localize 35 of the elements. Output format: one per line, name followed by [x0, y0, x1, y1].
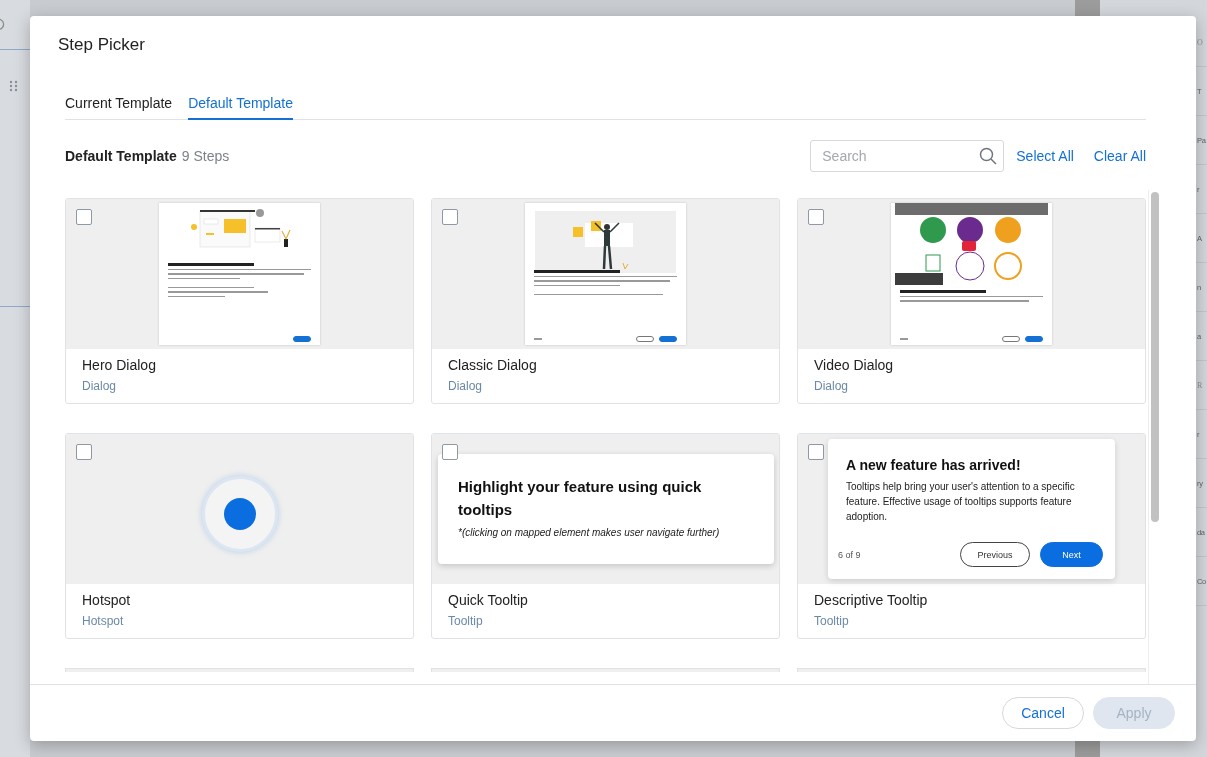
previous-button[interactable]: Previous	[960, 542, 1030, 567]
card-type: Dialog	[448, 379, 484, 393]
tooltip-title: A new feature has arrived!	[846, 457, 1022, 473]
cancel-button[interactable]: Cancel	[1002, 697, 1084, 729]
card-type: Dialog	[82, 379, 118, 393]
next-button[interactable]: Next	[1040, 542, 1103, 567]
template-card[interactable]: A new feature has arrived! Tooltips help bring your user's attention to a specific feature. Effective usage of tooltips supports feature adoption. 6 of 9 Previous Next Descriptive Tooltip Tooltip	[797, 433, 1146, 639]
step-count: 9 Steps	[181, 148, 230, 164]
card-title: Hero Dialog	[82, 357, 157, 373]
panel-item-text: R	[1197, 380, 1203, 390]
section-title: Default Template	[65, 148, 177, 164]
card-title: Classic Dialog	[448, 357, 538, 373]
template-card[interactable]: Hotspot Hotspot	[65, 433, 414, 639]
tooltip-note: *(clicking on mapped element makes user navigate further)	[458, 527, 721, 538]
template-card[interactable]: Hero Dialog Dialog	[65, 198, 414, 404]
tab[interactable]: Default Template	[188, 95, 293, 120]
dialog-title: Step Picker	[57, 34, 146, 56]
card-type: Dialog	[814, 379, 850, 393]
template-card[interactable]: Highlight your feature using quick tooltips *(clicking on mapped element makes user navigate further) Quick Tooltip Tooltip	[431, 433, 780, 639]
card-type: Hotspot	[82, 614, 125, 628]
card-type: Tooltip	[448, 614, 484, 628]
card-title: Video Dialog	[814, 357, 895, 373]
step-counter: 6 of 9	[838, 549, 861, 560]
template-card[interactable]: Video Dialog Dialog	[797, 198, 1146, 404]
tab[interactable]: Current Template	[65, 95, 173, 120]
card-title: Hotspot	[82, 592, 132, 608]
search-field[interactable]: Search	[810, 140, 1005, 172]
card-title: Descriptive Tooltip	[814, 592, 929, 608]
tooltip-text: Tooltips help bring your user's attention to a specific feature. Effective usage of tooltips supports feature adoption.	[846, 480, 1076, 524]
card-title: Quick Tooltip	[448, 592, 529, 608]
template-card[interactable]: Classic Dialog Dialog	[431, 198, 780, 404]
link-button[interactable]: Select All	[1016, 148, 1074, 164]
card-type: Tooltip	[814, 614, 850, 628]
link-button[interactable]: Clear All	[1093, 148, 1146, 164]
tooltip-title: Highlight your feature using quick tooltips	[458, 477, 703, 520]
